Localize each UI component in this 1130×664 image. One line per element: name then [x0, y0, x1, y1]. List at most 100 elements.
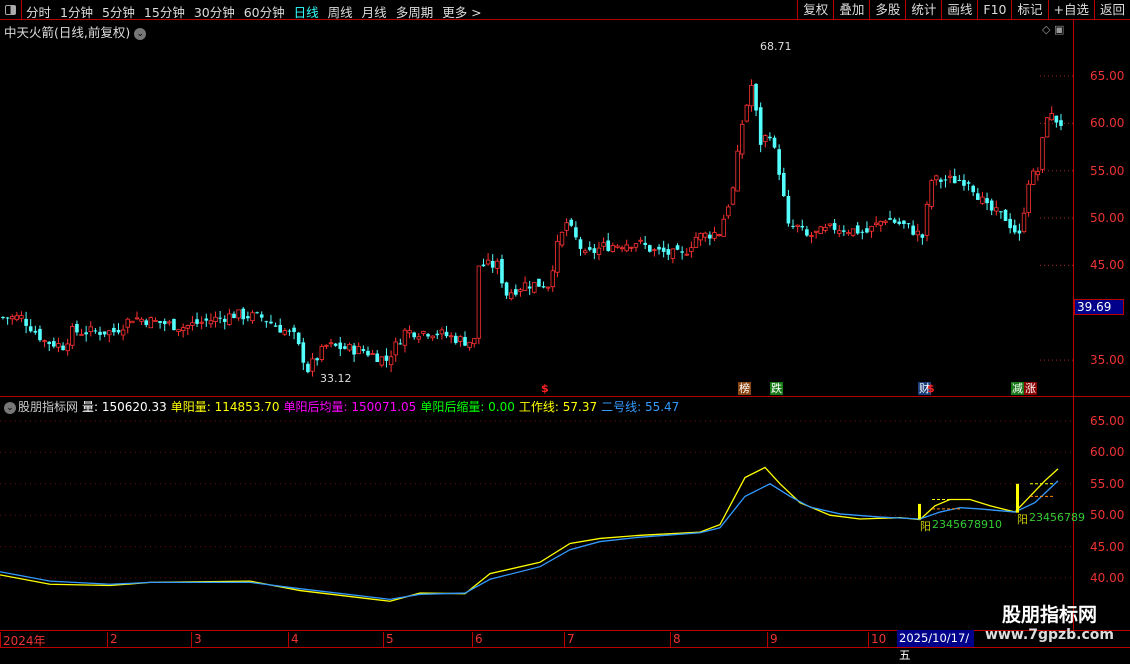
- yang-sequence: 2345678910: [932, 518, 1002, 531]
- price-axis-tick: 65.00: [1090, 69, 1125, 83]
- candle: [537, 278, 541, 287]
- event-bang-badge[interactable]: 榜: [738, 382, 751, 395]
- candle: [989, 198, 994, 216]
- candle: [292, 324, 296, 340]
- candle: [749, 79, 754, 112]
- candle: [648, 244, 652, 253]
- button-返回[interactable]: 返回: [1093, 0, 1130, 20]
- candle: [1031, 168, 1036, 186]
- candle: [199, 316, 204, 330]
- indicator-value: 单阳后缩量: 0.00: [420, 400, 515, 414]
- candle: [754, 83, 758, 117]
- candle: [680, 246, 684, 260]
- candle: [957, 174, 962, 182]
- yang-mark: 阳: [920, 520, 931, 533]
- candle: [527, 280, 532, 296]
- candle: [587, 241, 592, 252]
- event-zhang-badge[interactable]: 涨: [1024, 382, 1037, 395]
- chevron-down-icon[interactable]: ⌄: [4, 401, 16, 414]
- candle: [14, 311, 20, 322]
- candle: [98, 326, 102, 341]
- candle: [661, 240, 666, 258]
- line-2: [0, 480, 1059, 601]
- candle: [652, 248, 657, 257]
- candle: [208, 313, 214, 329]
- yang-sequence: 23456789: [1029, 511, 1085, 524]
- candle: [939, 177, 943, 189]
- candle: [1035, 167, 1041, 181]
- candle: [786, 189, 791, 227]
- indicator-name[interactable]: 股朋指标网: [18, 400, 78, 414]
- candle: [282, 327, 288, 336]
- indicator-value: 工作线: 57.37: [518, 400, 598, 414]
- candle: [869, 225, 874, 238]
- price-axis-tick: 45.00: [1090, 258, 1125, 273]
- candle: [795, 224, 800, 233]
- y-axis-line: [1073, 20, 1074, 630]
- candle: [892, 217, 897, 224]
- candle: [633, 243, 639, 252]
- candle: [448, 332, 454, 344]
- candle: [1054, 115, 1059, 128]
- current-date: 2025/10/17/五: [897, 630, 974, 662]
- event-die-badge[interactable]: 跌: [770, 382, 783, 395]
- candle: [823, 223, 828, 233]
- candle: [180, 323, 186, 338]
- indicator-value: 二号线: 55.47: [601, 400, 680, 414]
- event-jian-badge[interactable]: 减: [1011, 382, 1024, 395]
- candle: [227, 308, 232, 326]
- indicator-value: 量: 150620.33: [82, 400, 167, 414]
- candle: [52, 337, 56, 349]
- candle: [444, 325, 449, 339]
- candle: [273, 322, 278, 327]
- candle: [606, 232, 611, 252]
- candle: [966, 180, 971, 191]
- candle: [42, 339, 47, 348]
- candle: [125, 317, 130, 334]
- candle: [827, 223, 833, 228]
- candle: [347, 342, 352, 352]
- candle: [107, 330, 112, 343]
- price-chart[interactable]: [0, 0, 1073, 630]
- candle: [167, 319, 172, 326]
- candle: [865, 221, 869, 234]
- candle: [730, 186, 736, 206]
- candle: [162, 318, 167, 332]
- price-axis-tick: 60.00: [1090, 116, 1125, 131]
- candle: [250, 310, 255, 324]
- candle: [924, 201, 930, 242]
- dollar-event-icon[interactable]: $: [927, 382, 935, 395]
- candle: [213, 311, 218, 328]
- candle: [1012, 219, 1017, 235]
- candle: [195, 312, 199, 328]
- candle: [994, 200, 999, 216]
- candle: [1003, 208, 1008, 222]
- candle: [407, 325, 412, 339]
- candle: [777, 144, 781, 181]
- candle: [421, 330, 426, 337]
- indicator-axis-tick: 55.00: [1090, 476, 1125, 491]
- candle: [476, 265, 482, 345]
- candle: [47, 341, 51, 352]
- candle: [943, 175, 948, 188]
- candle: [343, 342, 347, 350]
- high-price-label: 68.71: [760, 40, 792, 53]
- candle: [75, 320, 79, 336]
- candle: [1059, 114, 1063, 131]
- candle: [116, 323, 121, 335]
- candle: [375, 350, 380, 363]
- candle: [726, 204, 731, 219]
- candle: [601, 237, 606, 251]
- candle: [1017, 223, 1022, 241]
- dollar-event-icon[interactable]: $: [541, 382, 549, 395]
- candle: [10, 314, 15, 325]
- candle: [888, 210, 892, 220]
- candle: [550, 265, 555, 292]
- candle: [236, 309, 241, 321]
- candle: [791, 219, 795, 229]
- candle: [883, 219, 888, 226]
- candle: [384, 348, 389, 368]
- candle: [638, 237, 643, 245]
- candle: [176, 329, 181, 337]
- candle: [259, 311, 264, 322]
